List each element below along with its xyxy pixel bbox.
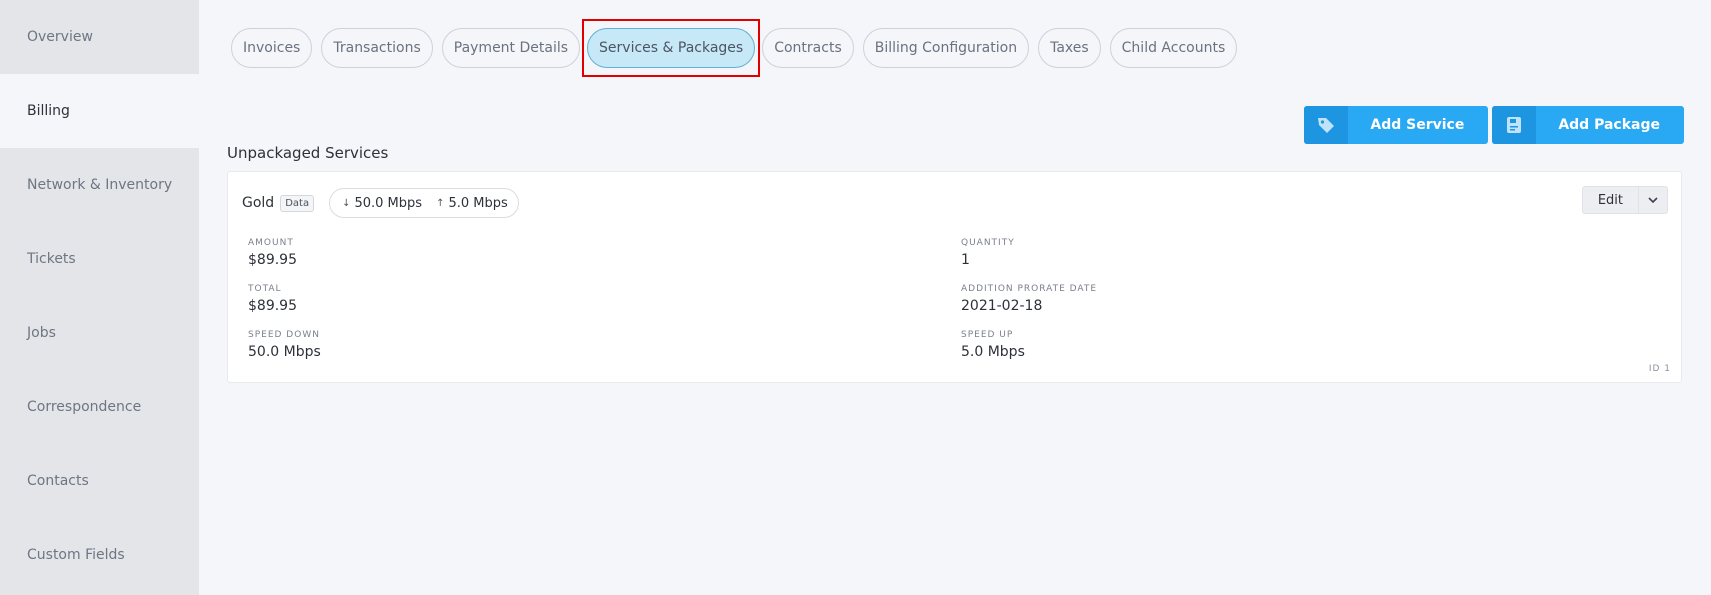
tab-billing-configuration[interactable]: Billing Configuration	[862, 28, 1030, 68]
field-value: 1	[961, 252, 970, 268]
service-type-badge: Data	[280, 194, 315, 212]
sidebar-item-jobs[interactable]: Jobs	[0, 296, 199, 370]
speed-up-chip: ↑ 5.0 Mbps	[436, 196, 508, 211]
speed-up-text: 5.0 Mbps	[448, 195, 508, 211]
field-value: 2021-02-18	[961, 298, 1043, 314]
sidebar-item-correspondence[interactable]: Correspondence	[0, 370, 199, 444]
field-quantity: QUANTITY 1	[961, 238, 1015, 268]
speed-down-text: 50.0 Mbps	[354, 195, 423, 211]
sidebar-item-contacts[interactable]: Contacts	[0, 444, 199, 518]
sidebar-item-label: Contacts	[27, 473, 89, 489]
add-package-label: Add Package	[1558, 117, 1660, 133]
app: Overview Billing Network & Inventory Tic…	[0, 0, 1711, 595]
tab-taxes[interactable]: Taxes	[1038, 28, 1101, 68]
field-label: AMOUNT	[248, 238, 294, 248]
sidebar-item-label: Network & Inventory	[27, 177, 173, 193]
sidebar-item-network-inventory[interactable]: Network & Inventory	[0, 148, 199, 222]
tab-label: Invoices	[243, 40, 301, 56]
field-value: $89.95	[248, 252, 297, 268]
tab-label: Taxes	[1050, 40, 1089, 56]
add-service-button[interactable]: Add Service	[1304, 106, 1489, 144]
field-speed-up: SPEED UP 5.0 Mbps	[961, 330, 1025, 360]
edit-button-group: Edit	[1581, 186, 1668, 214]
field-value: 5.0 Mbps	[961, 344, 1025, 360]
field-value: $89.95	[248, 298, 297, 314]
sidebar-item-label: Correspondence	[27, 399, 142, 415]
edit-dropdown-button[interactable]	[1639, 186, 1668, 214]
field-speed-down: SPEED DOWN 50.0 Mbps	[248, 330, 321, 360]
sidebar-item-label: Tickets	[27, 251, 76, 267]
main-content: Invoices Transactions Payment Details Se…	[199, 0, 1711, 595]
sidebar-item-overview[interactable]: Overview	[0, 0, 199, 74]
field-label: QUANTITY	[961, 238, 1015, 248]
speed-pill: ↓ 50.0 Mbps ↑ 5.0 Mbps	[329, 188, 519, 218]
tab-label: Billing Configuration	[874, 40, 1018, 56]
sidebar-item-label: Billing	[27, 103, 70, 119]
sidebar-item-label: Overview	[27, 29, 93, 45]
sidebar: Overview Billing Network & Inventory Tic…	[0, 0, 199, 595]
sidebar-item-label: Custom Fields	[27, 547, 125, 563]
field-total: TOTAL $89.95	[248, 284, 297, 314]
tag-icon	[1304, 106, 1349, 144]
tab-services-packages[interactable]: Services & Packages	[587, 28, 756, 68]
tab-child-accounts[interactable]: Child Accounts	[1109, 28, 1238, 68]
tab-services-packages-highlight: Services & Packages	[582, 19, 761, 77]
field-label: SPEED DOWN	[248, 330, 320, 340]
field-label: TOTAL	[248, 284, 282, 294]
sidebar-item-tickets[interactable]: Tickets	[0, 222, 199, 296]
add-service-label: Add Service	[1370, 117, 1465, 133]
package-icon	[1492, 106, 1537, 144]
speed-down-chip: ↓ 50.0 Mbps	[342, 196, 422, 211]
arrow-up-icon: ↑	[436, 197, 445, 209]
billing-tabs: Invoices Transactions Payment Details Se…	[231, 19, 1246, 77]
field-label: ADDITION PRORATE DATE	[961, 284, 1098, 294]
add-package-button[interactable]: Add Package	[1492, 106, 1684, 144]
tab-label: Services & Packages	[599, 40, 744, 56]
tab-label: Contracts	[774, 40, 842, 56]
service-card: Gold Data ↓ 50.0 Mbps ↑ 5.0 Mbps Edit AM…	[227, 171, 1682, 383]
edit-button[interactable]: Edit	[1581, 186, 1639, 214]
tab-label: Transactions	[333, 40, 421, 56]
tab-contracts[interactable]: Contracts	[762, 28, 854, 68]
section-title: Unpackaged Services	[227, 144, 389, 162]
chevron-down-icon	[1648, 196, 1658, 203]
service-name: Gold	[242, 195, 275, 211]
sidebar-item-label: Jobs	[27, 325, 56, 341]
service-header: Gold Data ↓ 50.0 Mbps ↑ 5.0 Mbps	[242, 188, 519, 218]
field-label: SPEED UP	[961, 330, 1014, 340]
service-id: ID 1	[1648, 364, 1671, 374]
tab-payment-details[interactable]: Payment Details	[441, 28, 581, 68]
tab-invoices[interactable]: Invoices	[231, 28, 313, 68]
tab-label: Payment Details	[453, 40, 569, 56]
sidebar-item-custom-fields[interactable]: Custom Fields	[0, 518, 199, 592]
action-buttons: Add Service Add Package	[1300, 106, 1684, 144]
field-prorate-date: ADDITION PRORATE DATE 2021-02-18	[961, 284, 1097, 314]
field-amount: AMOUNT $89.95	[248, 238, 297, 268]
tab-transactions[interactable]: Transactions	[321, 28, 433, 68]
arrow-down-icon: ↓	[342, 197, 351, 209]
tab-label: Child Accounts	[1121, 40, 1226, 56]
field-value: 50.0 Mbps	[248, 344, 321, 360]
sidebar-item-billing[interactable]: Billing	[0, 74, 199, 148]
